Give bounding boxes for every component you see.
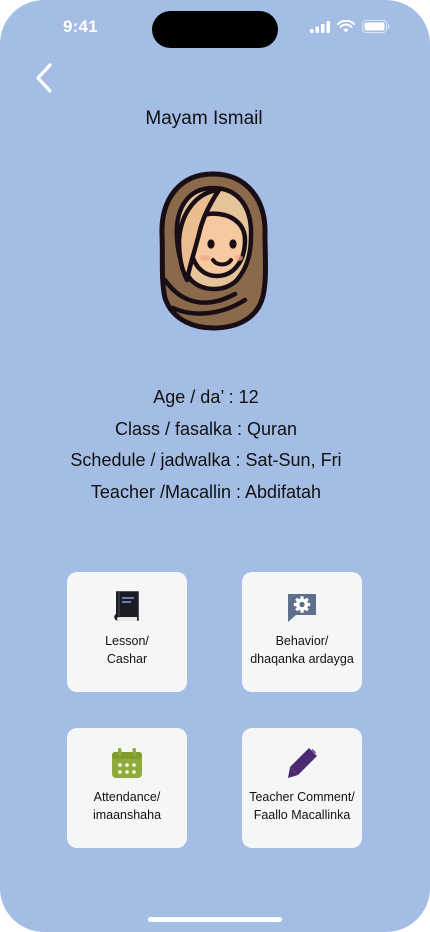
- dynamic-island: [152, 11, 278, 48]
- comment-label-line2: Faallo Macallinka: [253, 808, 351, 822]
- book-icon: [114, 591, 139, 621]
- detail-class: Class / fasalka : Quran: [114, 418, 298, 439]
- lesson-label-line2: Cashar: [106, 652, 148, 666]
- behavior-label-line1: Behavior/: [275, 634, 329, 648]
- wifi-icon: [337, 20, 355, 33]
- app-screen: 9:41 Mayam Ismail Age / da’: 12 Class /…: [0, 0, 430, 932]
- lesson-card[interactable]: Lesson/ Cashar: [67, 572, 187, 692]
- attendance-card[interactable]: Attendance/ imaanshaha: [67, 728, 187, 848]
- signal-icon: [310, 20, 330, 33]
- detail-age: Age / da’ : 12: [153, 387, 259, 407]
- status-icons: [310, 20, 390, 33]
- avatar-hijab-icon: [159, 171, 268, 331]
- back-button[interactable]: [26, 60, 62, 96]
- student-details: Age / da’ : 12 Class / fasalka : Quran S…: [0, 382, 412, 508]
- lesson-label-line1: Lesson/: [105, 634, 149, 648]
- student-name: Mayam Ismail: [145, 108, 263, 129]
- battery-icon: [362, 20, 390, 33]
- detail-schedule: Schedule / jadwalka : Sat-Sun, Fri: [70, 450, 342, 470]
- detail-teacher: Teacher /Macallin : Abdifatah: [90, 481, 322, 502]
- calendar-icon: [112, 748, 142, 778]
- attendance-label-line2: imaanshaha: [92, 808, 162, 822]
- behavior-card[interactable]: Behavior/ dhaqanka ardayga: [242, 572, 362, 692]
- chevron-left-icon: [36, 63, 52, 93]
- attendance-label-line1: Attendance/: [93, 790, 161, 804]
- chat-gear-icon: [288, 594, 316, 622]
- student-avatar: [153, 168, 273, 334]
- home-indicator: [148, 917, 282, 922]
- comment-label-line1: Teacher Comment/: [249, 790, 355, 804]
- teacher-comment-card[interactable]: Teacher Comment/ Faallo Macallinka: [242, 728, 362, 848]
- behavior-label-line2: dhaqanka ardayga: [250, 652, 354, 666]
- status-time: 9:41: [63, 17, 98, 36]
- pen-icon: [288, 748, 317, 778]
